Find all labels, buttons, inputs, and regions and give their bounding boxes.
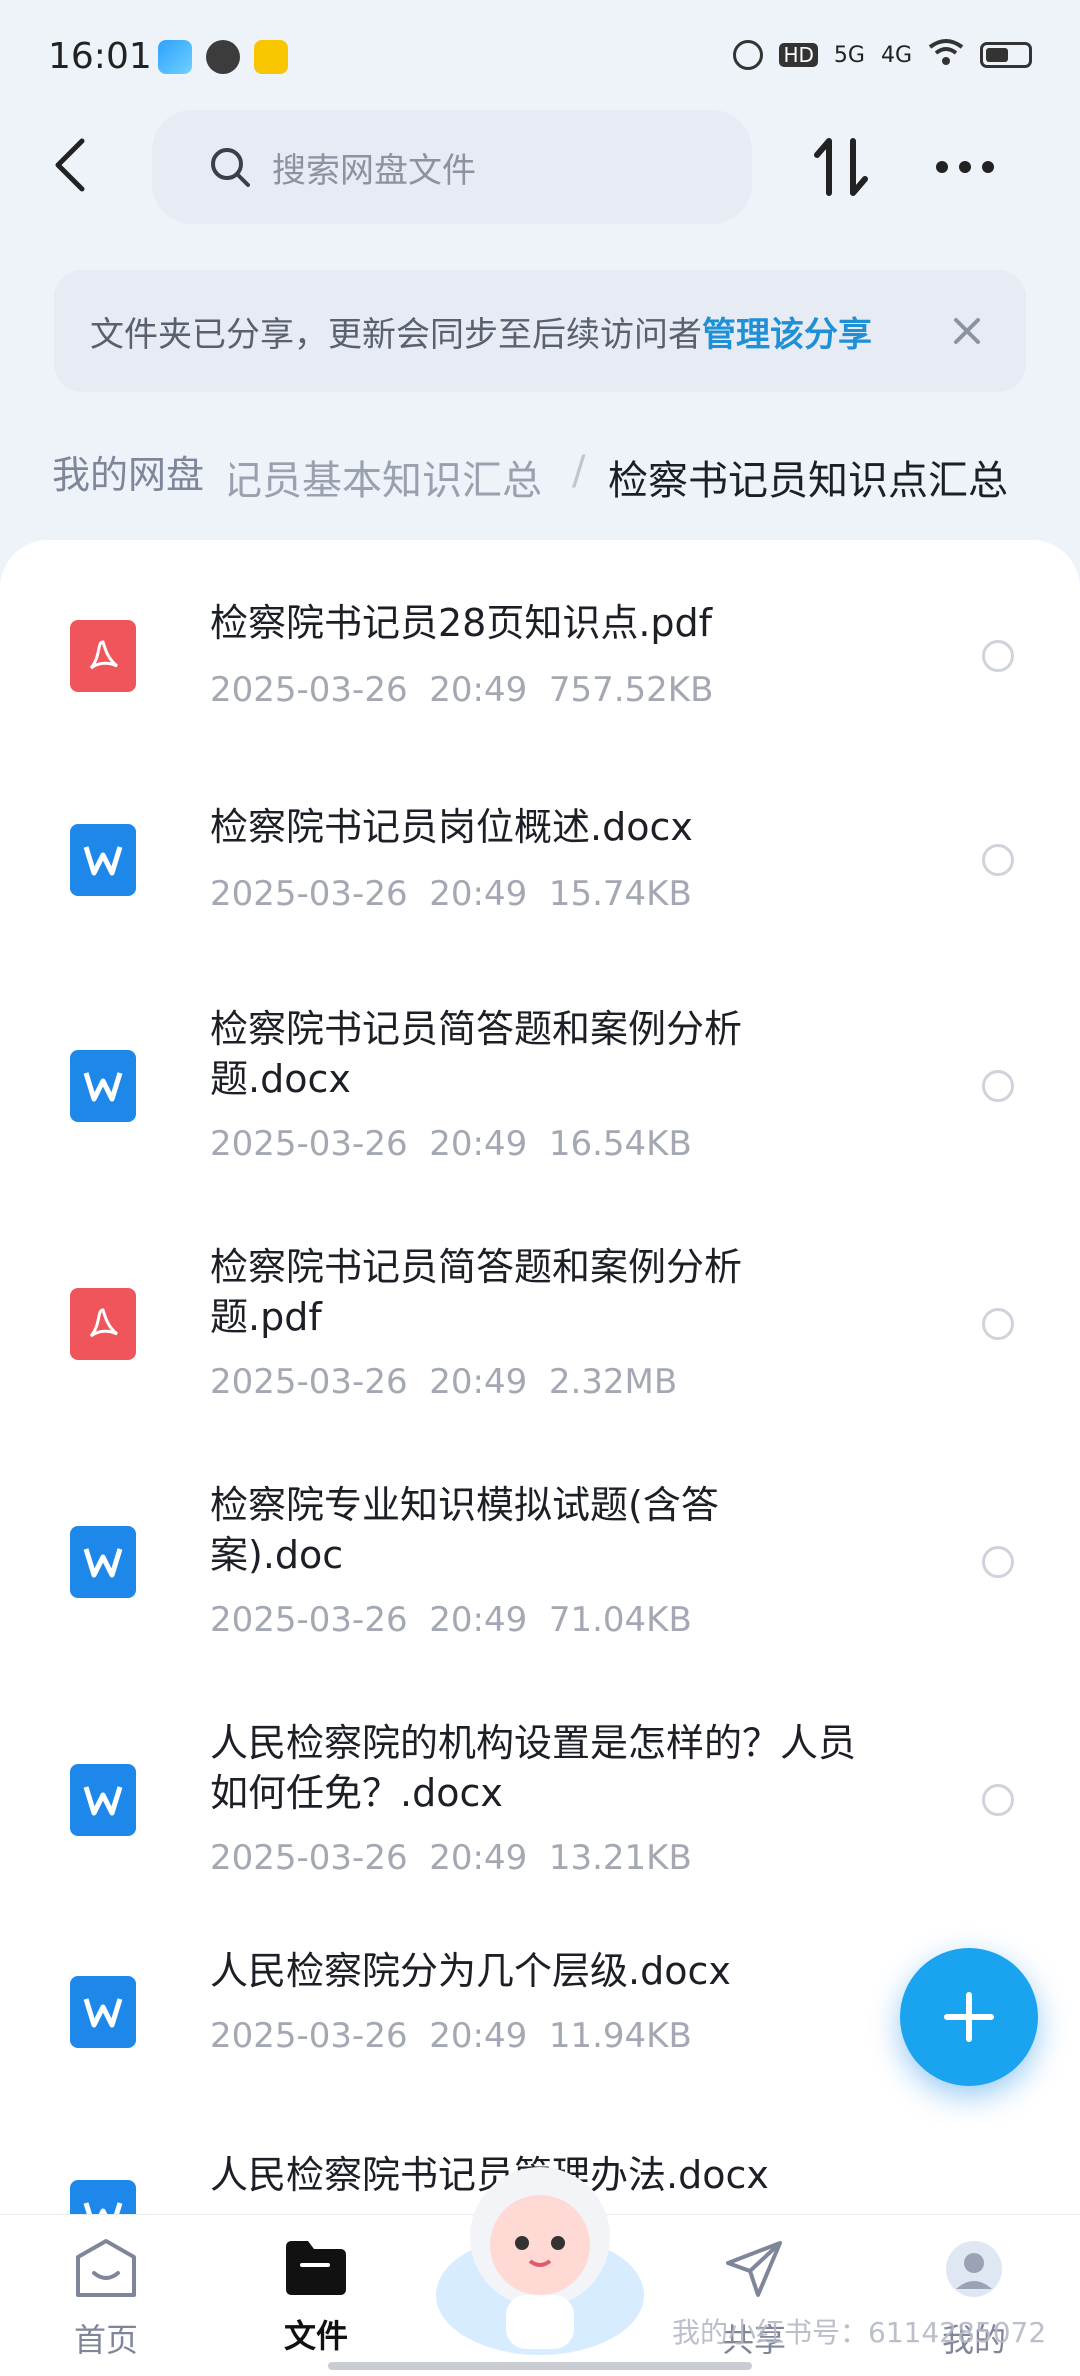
file-meta: 2025-03-26 20:49 11.94KB bbox=[210, 2016, 692, 2056]
search-icon bbox=[211, 148, 250, 187]
file-name: 人民检察院的机构设置是怎样的？人员如何任免？.docx bbox=[210, 1721, 857, 1815]
file-name: 检察院专业知识模拟试题(含答案).doc bbox=[210, 1483, 719, 1577]
sort-button[interactable] bbox=[806, 132, 876, 202]
select-radio[interactable] bbox=[982, 1546, 1014, 1578]
watermark: 我的小红书号：6114285072 bbox=[672, 2316, 1047, 2349]
banner-text: 文件夹已分享，更新会同步至后续访问者 bbox=[90, 314, 702, 355]
send-icon bbox=[726, 2241, 782, 2297]
cloud-app-icon bbox=[158, 40, 192, 74]
file-list: 检察院书记员28页知识点.pdf 2025-03-26 20:49 757.52… bbox=[0, 540, 1080, 2220]
nav-files-label: 文件 bbox=[283, 2317, 348, 2355]
signal-5g: 5G bbox=[833, 42, 865, 68]
file-name: 检察院书记员简答题和案例分析题.pdf bbox=[210, 1245, 743, 1339]
pdf-file-icon bbox=[70, 620, 136, 692]
status-time: 16:01 bbox=[48, 36, 152, 77]
word-file-icon bbox=[70, 1764, 136, 1836]
file-meta: 2025-03-26 20:49 71.04KB bbox=[210, 1600, 692, 1640]
breadcrumb-root[interactable]: 我的网盘 bbox=[26, 436, 231, 506]
nav-home[interactable]: 首页 bbox=[36, 2237, 176, 2361]
select-radio[interactable] bbox=[982, 1308, 1014, 1340]
alarm-icon bbox=[733, 40, 764, 70]
manage-share-link[interactable]: 管理该分享 bbox=[702, 307, 872, 356]
breadcrumb-parent[interactable]: 记员基本知识汇总 bbox=[222, 448, 542, 506]
file-name: 检察院书记员28页知识点.pdf bbox=[210, 601, 713, 645]
wifi-icon bbox=[928, 38, 964, 72]
file-name: 检察院书记员简答题和案例分析题.docx bbox=[210, 1007, 743, 1101]
file-meta: 2025-03-26 20:49 757.52KB bbox=[210, 670, 714, 710]
add-button[interactable] bbox=[900, 1948, 1038, 2086]
share-banner: 文件夹已分享，更新会同步至后续访问者 管理该分享 bbox=[54, 270, 1026, 392]
hd-icon: HD bbox=[779, 43, 818, 67]
signal-4g: 4G bbox=[880, 42, 912, 68]
select-radio[interactable] bbox=[982, 1070, 1014, 1102]
search-input[interactable]: 搜索网盘文件 bbox=[152, 110, 752, 224]
notification-icons bbox=[158, 40, 288, 74]
word-file-icon bbox=[70, 1976, 136, 2048]
word-file-icon bbox=[70, 824, 136, 896]
more-dots-icon bbox=[936, 161, 994, 173]
search-placeholder: 搜索网盘文件 bbox=[272, 150, 476, 191]
home-icon bbox=[76, 2239, 136, 2297]
mascot-avatar[interactable] bbox=[432, 2145, 648, 2355]
home-indicator[interactable] bbox=[328, 2362, 752, 2370]
file-meta: 2025-03-26 20:49 16.54KB bbox=[210, 1124, 692, 1164]
chevron-left-icon bbox=[55, 138, 85, 192]
file-name: 检察院书记员岗位概述.docx bbox=[210, 805, 693, 849]
sort-arrows-icon bbox=[814, 138, 868, 196]
bottom-nav: 首页 文件 共享 我的 我的小红书号：6114285072 bbox=[0, 2167, 1080, 2376]
file-meta: 2025-03-26 20:49 15.74KB bbox=[210, 874, 692, 914]
select-radio[interactable] bbox=[982, 844, 1014, 876]
breadcrumb-separator: / bbox=[572, 448, 586, 494]
folder-icon bbox=[286, 2241, 346, 2295]
nav-files[interactable]: 文件 bbox=[246, 2237, 386, 2357]
file-name: 人民检察院分为几个层级.docx bbox=[210, 1949, 731, 1993]
close-banner-button[interactable] bbox=[942, 306, 992, 356]
notification-app-icon bbox=[254, 40, 288, 74]
back-button[interactable] bbox=[40, 135, 100, 195]
file-meta: 2025-03-26 20:49 13.21KB bbox=[210, 1838, 692, 1878]
battery-icon bbox=[980, 42, 1032, 68]
word-file-icon bbox=[70, 1526, 136, 1598]
wechat-icon bbox=[206, 40, 240, 74]
word-file-icon bbox=[70, 1050, 136, 1122]
breadcrumb-current: 检察书记员知识点汇总 bbox=[608, 458, 1008, 504]
nav-home-label: 首页 bbox=[73, 2321, 138, 2359]
close-icon bbox=[954, 318, 980, 344]
pdf-file-icon bbox=[70, 1288, 136, 1360]
breadcrumb: 我的网盘 记员基本知识汇总 / 检察书记员知识点汇总 bbox=[0, 430, 1080, 520]
select-radio[interactable] bbox=[982, 640, 1014, 672]
file-meta: 2025-03-26 20:49 2.32MB bbox=[210, 1362, 678, 1402]
more-button[interactable] bbox=[930, 132, 1000, 202]
status-right: HD 5G 4G bbox=[733, 38, 1032, 72]
status-bar: 16:01 HD 5G 4G bbox=[0, 0, 1080, 110]
profile-icon bbox=[946, 2241, 1002, 2297]
select-radio[interactable] bbox=[982, 1784, 1014, 1816]
plus-icon bbox=[944, 1992, 994, 2042]
